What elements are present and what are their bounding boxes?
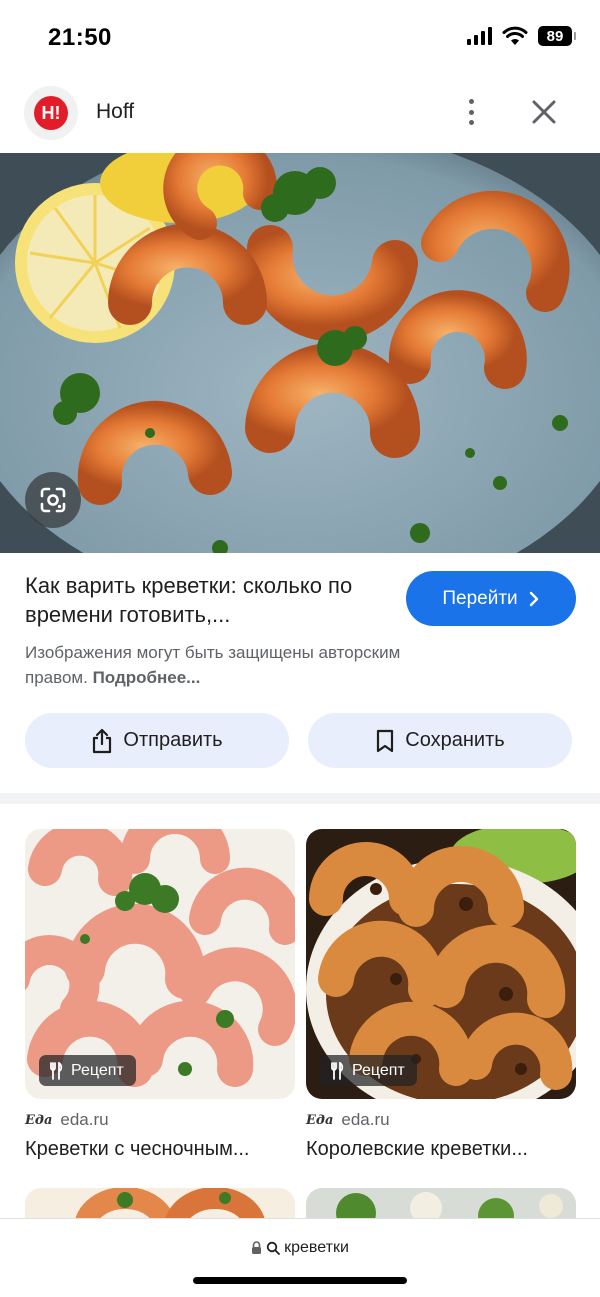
cellular-signal-icon (467, 27, 492, 45)
bookmark-icon (377, 729, 394, 752)
result-title[interactable]: Как варить креветки: сколько по времени … (25, 571, 385, 629)
status-icons: 89 (467, 26, 576, 46)
source-header: H! Hoff (0, 84, 600, 140)
fork-knife-icon (331, 1061, 344, 1080)
source-name[interactable]: Hoff (96, 100, 134, 124)
copyright-notice: Изображения могут быть защищены авторски… (25, 640, 465, 690)
card-title[interactable]: Креветки с чесночным... (25, 1138, 295, 1161)
go-button[interactable]: Перейти (406, 571, 576, 626)
related-image[interactable]: Рецепт (25, 829, 295, 1099)
close-icon[interactable] (528, 96, 560, 128)
card-source: Еда eda.ru (306, 1110, 390, 1130)
browser-bottom-bar: креветки (0, 1218, 600, 1297)
main-image[interactable] (0, 153, 600, 553)
lock-icon (252, 1241, 262, 1254)
card-title[interactable]: Королевские креветки... (306, 1138, 576, 1161)
hoff-logo: H! (34, 96, 68, 130)
section-divider (0, 793, 600, 804)
chevron-right-icon (529, 591, 538, 606)
recipe-badge: Рецепт (320, 1055, 417, 1086)
recipe-badge-label: Рецепт (71, 1061, 124, 1079)
card-source-domain: eda.ru (341, 1110, 390, 1129)
related-card[interactable]: Рецепт Еда eda.ru Королевские креветки..… (306, 829, 576, 1169)
card-source-domain: eda.ru (60, 1110, 109, 1129)
recipe-badge-label: Рецепт (352, 1061, 405, 1079)
share-label: Отправить (123, 729, 223, 751)
eda-logo: Еда (306, 1112, 334, 1128)
save-button[interactable]: Сохранить (308, 713, 572, 768)
go-button-label: Перейти (442, 587, 518, 609)
status-bar: 21:50 89 (0, 0, 600, 76)
search-query: креветки (284, 1239, 349, 1256)
battery-level: 89 (546, 27, 564, 45)
battery-icon: 89 (538, 26, 576, 46)
home-indicator[interactable] (193, 1277, 407, 1284)
eda-logo: Еда (25, 1112, 53, 1128)
lens-icon (40, 487, 66, 513)
related-card[interactable]: Рецепт Еда eda.ru Креветки с чесночным..… (25, 829, 295, 1169)
share-button[interactable]: Отправить (25, 713, 289, 768)
more-vert-icon[interactable] (456, 96, 486, 128)
wifi-icon (502, 26, 528, 45)
share-icon (93, 728, 112, 753)
status-time: 21:50 (48, 24, 112, 51)
copyright-text: Изображения могут быть защищены авторски… (25, 643, 401, 687)
related-image[interactable]: Рецепт (306, 829, 576, 1099)
lens-button[interactable] (25, 472, 81, 528)
search-icon (266, 1241, 281, 1255)
learn-more-link[interactable]: Подробнее... (93, 668, 201, 687)
recipe-badge: Рецепт (39, 1055, 136, 1086)
shrimp-plate-image (0, 153, 600, 553)
card-source: Еда eda.ru (25, 1110, 109, 1130)
save-label: Сохранить (405, 729, 505, 751)
fork-knife-icon (50, 1061, 63, 1080)
source-logo[interactable]: H! (24, 86, 78, 140)
url-bar[interactable]: креветки (0, 1239, 600, 1257)
